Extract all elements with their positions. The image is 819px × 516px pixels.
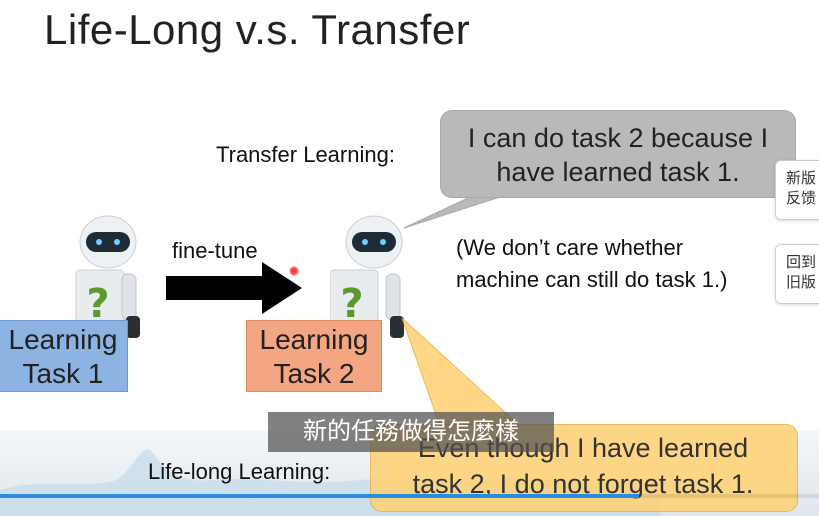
task1-line-2: Task 1 — [22, 358, 104, 389]
transfer-learning-label: Transfer Learning: — [216, 142, 395, 167]
feedback-label-2: 反馈 — [786, 190, 817, 207]
feedback-label-1: 新版 — [786, 170, 817, 187]
back-label-1: 回到 — [786, 254, 817, 271]
right-arrow-icon — [166, 262, 302, 314]
note-line-1: (We don’t care whether — [456, 235, 684, 260]
learning-task-2-box: Learning Task 2 — [246, 320, 382, 392]
top-bubble-line-2: have learned task 1. — [496, 157, 740, 187]
note-line-2: machine can still do task 1.) — [456, 267, 728, 292]
new-version-feedback-button[interactable]: 新版 反馈 — [775, 160, 819, 220]
slide-title: Life-Long v.s. Transfer — [44, 6, 471, 53]
life-long-learning-label: Life-long Learning: — [148, 459, 331, 484]
fine-tune-label: fine-tune — [172, 238, 258, 263]
video-progress-bar[interactable] — [0, 494, 639, 498]
learning-task-1-box: Learning Task 1 — [0, 320, 128, 392]
top-speech-bubble: I can do task 2 because I have learned t… — [440, 110, 796, 198]
task2-line-2: Task 2 — [273, 358, 355, 389]
back-to-old-version-button[interactable]: 回到 旧版 — [775, 244, 819, 304]
back-label-2: 旧版 — [786, 274, 817, 291]
laser-pointer-dot — [289, 266, 299, 276]
transfer-note: (We don’t care whether machine can still… — [456, 232, 727, 296]
task1-line-1: Learning — [8, 324, 118, 355]
top-bubble-line-1: I can do task 2 because I — [467, 123, 769, 153]
video-subtitle: 新的任務做得怎麼樣 — [268, 412, 554, 452]
task2-line-1: Learning — [259, 324, 369, 355]
